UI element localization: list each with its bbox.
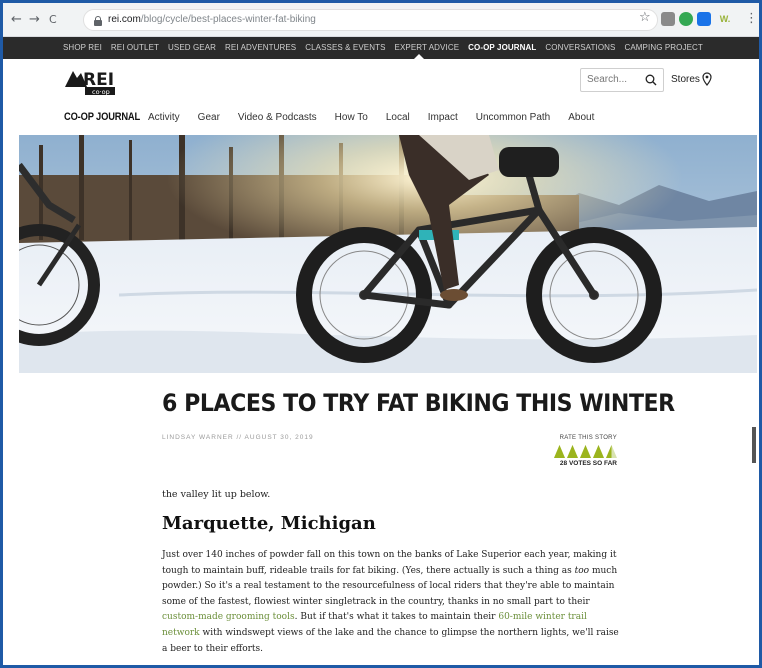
emphasis-text: too <box>574 565 590 576</box>
vote-count: 28 VOTES SO FAR <box>559 460 617 467</box>
search-icon[interactable] <box>645 74 657 86</box>
rating-widget: RATE THIS STORY 28 VOTES SO FAR <box>551 435 617 467</box>
article-title: 6 PLACES TO TRY FAT BIKING THIS WINTER <box>162 389 675 417</box>
topnav-item[interactable]: USED GEAR <box>168 37 216 59</box>
address-bar[interactable]: rei.com/blog/cycle/best-places-winter-fa… <box>83 9 658 31</box>
ext-w-icon[interactable]: W. <box>715 12 735 26</box>
scroll-indicator[interactable] <box>752 427 756 463</box>
tree-rating-icon[interactable] <box>554 445 565 458</box>
rei-logo[interactable]: REI co·op <box>63 65 119 97</box>
ext-blue-icon[interactable] <box>697 12 711 26</box>
browser-toolbar: ← → C rei.com/blog/cycle/best-places-win… <box>3 3 759 37</box>
back-button[interactable]: ← <box>11 12 22 27</box>
rating-trees[interactable] <box>551 445 617 458</box>
journal-nav-item[interactable]: About <box>568 112 594 123</box>
topnav-item[interactable]: CO-OP JOURNAL <box>468 37 536 59</box>
lock-icon <box>94 16 102 26</box>
journal-nav-item[interactable]: Video & Podcasts <box>238 112 317 123</box>
tree-rating-icon[interactable] <box>567 445 578 458</box>
topnav-item[interactable]: REI OUTLET <box>111 37 159 59</box>
url-text: rei.com/blog/cycle/best-places-winter-fa… <box>108 14 316 25</box>
grooming-tools-link[interactable]: custom-made grooming tools <box>162 612 295 622</box>
search-placeholder: Search... <box>587 74 628 85</box>
journal-nav-item[interactable]: Activity <box>148 112 180 123</box>
bookmark-star-icon[interactable]: ☆ <box>639 10 651 25</box>
body-paragraph: Just over 140 inches of powder fall on t… <box>162 550 619 654</box>
intro-paragraph-tail: the valley lit up below. <box>162 489 271 500</box>
browser-menu-icon[interactable]: ⋮ <box>745 11 758 26</box>
browser-window: ← → C rei.com/blog/cycle/best-places-win… <box>0 0 762 668</box>
location-pin-icon[interactable] <box>702 72 712 86</box>
journal-nav-item[interactable]: Local <box>386 112 410 123</box>
journal-brand[interactable]: CO-OP JOURNAL <box>64 111 140 123</box>
journal-nav-item[interactable]: How To <box>335 112 368 123</box>
topnav-item[interactable]: CAMPING PROJECT <box>624 37 702 59</box>
topnav-item[interactable]: SHOP REI <box>63 37 102 59</box>
tree-rating-icon[interactable] <box>593 445 604 458</box>
forward-button[interactable]: → <box>29 12 40 27</box>
journal-nav-item[interactable]: Gear <box>198 112 220 123</box>
stores-link[interactable]: Stores <box>671 74 700 85</box>
rate-label: RATE THIS STORY <box>559 435 617 441</box>
journal-nav: CO-OP JOURNAL Activity Gear Video & Podcas… <box>3 103 759 133</box>
search-input[interactable]: Search... <box>580 68 664 92</box>
tree-rating-icon[interactable] <box>606 445 617 458</box>
site-header: REI co·op Search... Stores <box>3 59 759 103</box>
topnav-item[interactable]: CONVERSATIONS <box>545 37 615 59</box>
article-byline: LINDSAY WARNER // AUGUST 30, 2019 <box>162 434 314 441</box>
logo-sub-text: co·op <box>92 88 110 96</box>
hero-image <box>19 135 757 373</box>
topnav-item[interactable]: EXPERT ADVICE <box>395 37 460 59</box>
rei-global-nav: SHOP REI REI OUTLET USED GEAR REI ADVENTURE… <box>3 37 759 59</box>
fat-bike-photo <box>19 135 757 373</box>
ext-green-icon[interactable] <box>679 12 693 26</box>
ext-grey-icon[interactable] <box>661 12 675 26</box>
reload-button[interactable]: C <box>49 13 57 26</box>
section-heading: Marquette, Michigan <box>162 513 376 534</box>
journal-nav-item[interactable]: Impact <box>428 112 458 123</box>
topnav-item[interactable]: REI ADVENTURES <box>225 37 296 59</box>
tree-rating-icon[interactable] <box>580 445 591 458</box>
journal-nav-item[interactable]: Uncommon Path <box>476 112 550 123</box>
topnav-item[interactable]: CLASSES & EVENTS <box>305 37 385 59</box>
